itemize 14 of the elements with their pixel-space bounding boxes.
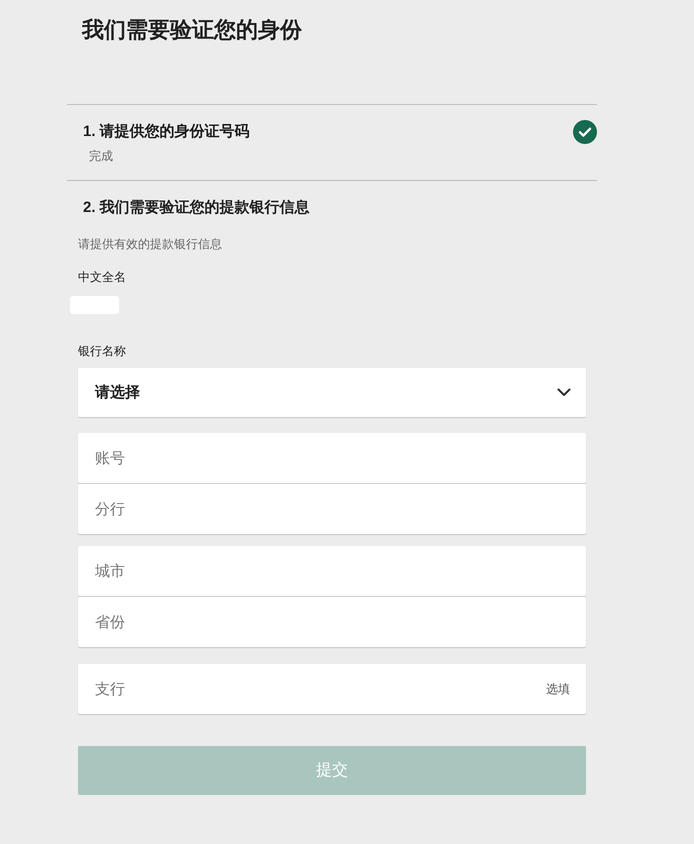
text-field[interactable]: 分行 bbox=[78, 484, 586, 534]
step-title: 2. 我们需要验证您的提款银行信息 bbox=[83, 198, 310, 218]
field-label: 银行名称 bbox=[78, 343, 126, 359]
chevron-down-icon bbox=[557, 388, 571, 397]
page-title: 我们需要验证您的身份 bbox=[82, 16, 302, 44]
step-description: 请提供有效的提款银行信息 bbox=[78, 236, 222, 252]
text-field[interactable]: 账号 bbox=[78, 433, 586, 483]
step-status: 完成 bbox=[89, 148, 113, 164]
step-title: 1. 请提供您的身份证号码 bbox=[83, 122, 250, 142]
bank-select[interactable]: 请选择 bbox=[78, 368, 586, 417]
field-label: 中文全名 bbox=[78, 269, 126, 285]
optional-hint: 选填 bbox=[546, 681, 570, 697]
text-field[interactable]: 省份 bbox=[78, 597, 586, 647]
text-field[interactable]: 城市 bbox=[78, 546, 586, 596]
